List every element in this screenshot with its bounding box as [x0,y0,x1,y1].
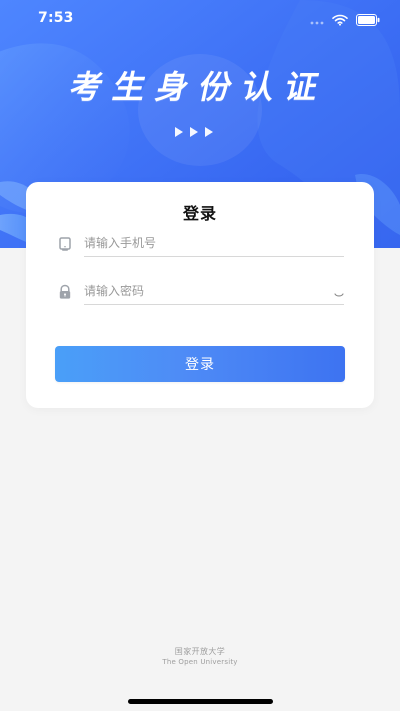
wifi-icon [332,11,348,30]
page-title: 考生身份认证 [66,68,333,106]
status-bar: 7:53 [0,0,400,36]
password-field-row [56,279,344,305]
cellular-dots-icon [310,11,324,30]
play-arrow-icon [175,127,183,137]
home-indicator [128,699,273,704]
status-time: 7:53 [38,10,74,26]
login-card: 登录 请输入手机号 登录 [26,182,374,408]
status-icons [310,11,380,30]
eye-closed-icon[interactable] [334,285,344,297]
footer-org-en: The Open University [162,657,238,666]
battery-icon [356,11,380,30]
login-screen: 7:53 考生身份认证 登录 请输入手机号 登录 国家开放大学 The Open… [0,0,400,711]
phone-underline [84,256,344,257]
footer-branding: 国家开放大学 The Open University [0,647,400,666]
play-arrow-icon [205,127,213,137]
card-title: 登录 [182,204,217,223]
play-arrow-icon [190,127,198,137]
password-underline [84,304,344,305]
lock-icon [56,283,74,301]
phone-field-row [56,231,344,257]
footer-org-cn: 国家开放大学 [174,647,226,656]
arrow-group [175,127,225,137]
login-button[interactable]: 登录 [55,346,345,382]
password-input[interactable] [84,279,344,303]
phone-input[interactable] [84,231,344,255]
phone-icon [56,235,74,253]
